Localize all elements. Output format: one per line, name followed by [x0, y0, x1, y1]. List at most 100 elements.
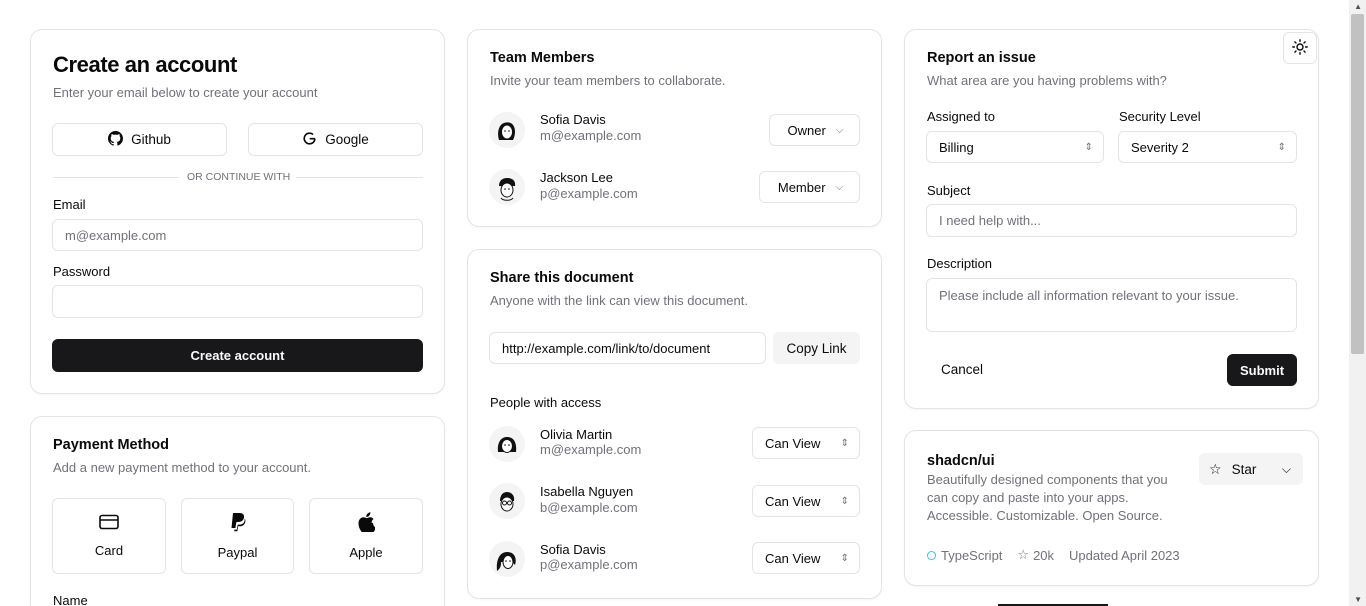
- create-account-title: Create an account: [53, 52, 237, 77]
- payment-option-label: Apple: [349, 545, 383, 560]
- apple-icon: [357, 512, 376, 535]
- person-name: Sofia Davis: [540, 542, 606, 557]
- page-scrollbar[interactable]: ▲ ▼: [1349, 0, 1366, 606]
- divider-right: [296, 177, 423, 178]
- scroll-thumb[interactable]: [1351, 14, 1364, 354]
- payment-option-paypal[interactable]: Paypal: [181, 498, 294, 574]
- team-subtitle: Invite your team members to collaborate.: [490, 73, 726, 88]
- security-level-select[interactable]: Severity 2 ⇕: [1118, 131, 1297, 163]
- payment-title: Payment Method: [53, 437, 170, 453]
- avatar: [489, 483, 525, 519]
- payment-option-label: Paypal: [217, 545, 258, 560]
- create-account-card: Create an account Enter your email below…: [30, 29, 445, 394]
- repo-meta: TypeScript ☆ 20k Updated April 2023: [927, 547, 1180, 563]
- member-name: Jackson Lee: [540, 170, 613, 185]
- create-account-subtitle: Enter your email below to create your ac…: [53, 85, 318, 100]
- share-title: Share this document: [490, 270, 634, 286]
- payment-method-card: Payment Method Add a new payment method …: [30, 416, 445, 606]
- chevron-down-icon: ⌵: [835, 181, 844, 193]
- access-value: Can View: [765, 493, 821, 509]
- member-role-select[interactable]: Member ⌵: [759, 171, 860, 203]
- scroll-down-icon[interactable]: ▼: [1354, 595, 1362, 604]
- team-members-card: Team Members Invite your team members to…: [467, 29, 882, 227]
- share-link-input[interactable]: http://example.com/link/to/document: [489, 332, 766, 364]
- access-value: Can View: [765, 435, 821, 451]
- member-role-value: Owner: [787, 122, 826, 138]
- avatar: [489, 112, 525, 148]
- email-input[interactable]: m@example.com: [52, 219, 423, 251]
- person-email: b@example.com: [540, 500, 638, 515]
- chevron-up-down-icon: ⇕: [840, 495, 849, 507]
- repo-stars: 20k: [1033, 547, 1055, 563]
- google-label: Google: [325, 132, 369, 147]
- repo-language: TypeScript: [941, 547, 1003, 563]
- payment-option-label: Card: [94, 543, 124, 558]
- divider-left: [53, 177, 179, 178]
- repo-title: shadcn/ui: [927, 453, 995, 469]
- payment-option-card[interactable]: Card: [52, 498, 166, 574]
- payment-subtitle: Add a new payment method to your account…: [53, 460, 311, 475]
- cancel-button[interactable]: Cancel: [941, 362, 983, 377]
- payment-option-apple[interactable]: Apple: [309, 498, 423, 574]
- chevron-down-icon: ⌵: [835, 124, 844, 136]
- member-email: m@example.com: [540, 128, 642, 143]
- copy-link-button[interactable]: Copy Link: [773, 332, 860, 364]
- assigned-to-select[interactable]: Billing ⇕: [926, 131, 1104, 163]
- security-level-label: Security Level: [1119, 109, 1201, 124]
- team-title: Team Members: [490, 50, 595, 66]
- star-icon: ☆: [1209, 460, 1222, 477]
- access-value: Can View: [765, 550, 821, 566]
- access-select[interactable]: Can View ⇕: [752, 485, 860, 517]
- member-role-select[interactable]: Owner ⌵: [769, 114, 860, 146]
- description-textarea[interactable]: Please include all information relevant …: [926, 278, 1297, 332]
- github-icon: [108, 130, 124, 149]
- chevron-down-icon[interactable]: ⌵: [1282, 462, 1291, 477]
- repo-updated: Updated April 2023: [1069, 547, 1180, 563]
- create-account-button[interactable]: Create account: [52, 339, 423, 372]
- person-email: p@example.com: [540, 557, 638, 572]
- name-label: Name: [53, 593, 88, 606]
- avatar: [489, 426, 525, 462]
- security-level-value: Severity 2: [1131, 139, 1189, 155]
- report-subtitle: What area are you having problems with?: [927, 73, 1167, 88]
- repo-card: shadcn/ui Beautifully designed component…: [904, 430, 1319, 586]
- google-button[interactable]: Google: [248, 123, 423, 156]
- github-label: Github: [131, 132, 171, 147]
- access-select[interactable]: Can View ⇕: [752, 427, 860, 459]
- assigned-to-value: Billing: [939, 139, 974, 155]
- submit-button[interactable]: Submit: [1227, 354, 1297, 386]
- assigned-to-label: Assigned to: [927, 109, 995, 124]
- scroll-up-icon[interactable]: ▲: [1354, 2, 1362, 11]
- or-continue-with: OR CONTINUE WITH: [187, 171, 291, 183]
- member-email: p@example.com: [540, 186, 638, 201]
- repo-description: Beautifully designed components that you…: [927, 472, 1168, 523]
- avatar: [489, 169, 525, 205]
- github-button[interactable]: Github: [52, 123, 227, 156]
- subject-label: Subject: [927, 183, 971, 198]
- person-email: m@example.com: [540, 442, 642, 457]
- member-role-value: Member: [777, 179, 826, 195]
- star-label: Star: [1231, 461, 1257, 477]
- star-button[interactable]: ☆ Star ⌵: [1199, 453, 1303, 485]
- people-with-access-heading: People with access: [490, 395, 602, 410]
- subject-input[interactable]: I need help with...: [926, 204, 1297, 237]
- share-subtitle: Anyone with the link can view this docum…: [490, 293, 748, 308]
- chevron-up-down-icon: ⇕: [840, 552, 849, 564]
- share-document-card: Share this document Anyone with the link…: [467, 249, 882, 599]
- password-label: Password: [53, 264, 111, 279]
- theme-toggle-button[interactable]: [1283, 32, 1317, 64]
- star-count-icon: ☆: [1017, 547, 1030, 562]
- report-title: Report an issue: [927, 50, 1036, 66]
- report-issue-card: Report an issue What area are you having…: [904, 29, 1319, 409]
- chevron-up-down-icon: ⇕: [840, 437, 849, 449]
- password-input[interactable]: [52, 285, 423, 318]
- chevron-up-down-icon: ⇕: [1084, 141, 1093, 153]
- sun-icon: [1292, 38, 1308, 58]
- language-dot-icon: [927, 550, 936, 560]
- member-name: Sofia Davis: [540, 112, 606, 127]
- google-icon: [302, 131, 317, 149]
- paypal-icon: [229, 512, 247, 535]
- access-select[interactable]: Can View ⇕: [752, 542, 860, 574]
- credit-card-icon: [99, 514, 119, 533]
- avatar: [489, 541, 525, 577]
